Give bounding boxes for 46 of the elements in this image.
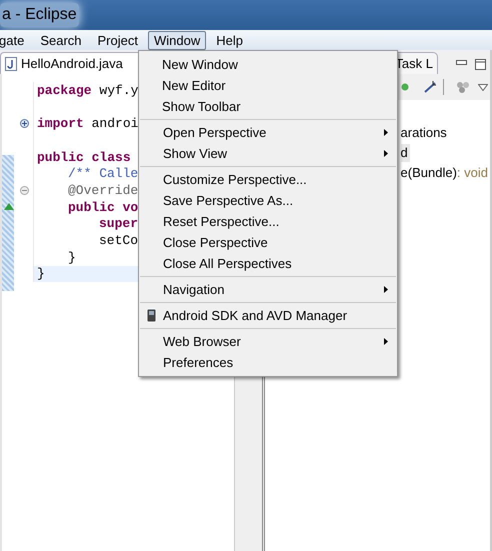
menu-entry[interactable]: Web Browser — [140, 331, 396, 352]
outline-item[interactable]: d — [400, 144, 410, 162]
phone-icon — [147, 309, 156, 322]
link-icon[interactable] — [422, 80, 437, 94]
outline-item[interactable]: e(Bundle): void — [400, 164, 490, 182]
menu-item[interactable]: Project — [92, 30, 144, 50]
submenu-arrow-icon — [384, 150, 388, 157]
code-line: /** Calle — [68, 167, 138, 180]
code-line: @Override — [68, 184, 138, 197]
window-title: a - Eclipse — [0, 3, 79, 27]
code-line: public vo — [68, 200, 138, 214]
submenu-arrow-icon — [384, 286, 388, 293]
code-line: setCo — [99, 234, 138, 248]
maximize-icon[interactable] — [475, 59, 486, 70]
submenu-arrow-icon — [384, 129, 388, 136]
dots-icon[interactable] — [456, 80, 470, 94]
outline-item[interactable]: arations — [400, 124, 449, 142]
menu-entry[interactable]: Show Toolbar — [139, 96, 397, 117]
menu-entry[interactable]: Reset Perspective... — [140, 211, 396, 232]
java-file-icon — [5, 56, 17, 70]
menu-entry[interactable]: Open Perspective — [140, 122, 396, 143]
code-line: public class — [37, 150, 131, 164]
expand-icon[interactable] — [20, 119, 29, 128]
menu-entry[interactable]: Close Perspective — [140, 232, 396, 253]
menu-entry[interactable]: Navigation — [140, 279, 396, 300]
menu-entry[interactable]: Close All Perspectives — [140, 253, 396, 274]
collapse-icon[interactable] — [20, 186, 29, 195]
menu-item[interactable]: Window — [148, 30, 206, 50]
code-line: } — [37, 267, 45, 280]
menu-item[interactable]: Help — [210, 30, 249, 50]
code-line: } — [68, 250, 76, 264]
menu-entry[interactable]: Show View — [140, 143, 396, 164]
menu-entry[interactable]: Customize Perspective... — [140, 169, 396, 190]
circle-icon[interactable] — [400, 83, 409, 91]
submenu-arrow-icon — [384, 338, 388, 345]
code-line: import androi — [37, 117, 138, 130]
menu-entry[interactable]: New Editor — [139, 75, 397, 96]
menu-entry[interactable]: Preferences — [140, 352, 396, 373]
minimize-icon[interactable] — [456, 60, 467, 66]
tab-label: HelloAndroid.java — [21, 54, 123, 73]
dropdown-icon[interactable] — [478, 84, 488, 90]
code-line: package wyf.y — [37, 84, 138, 97]
menu-item[interactable]: Search — [34, 30, 88, 50]
menu-entry[interactable]: Android SDK and AVD Manager — [140, 305, 396, 326]
code-line: super — [99, 217, 138, 230]
menu-entry[interactable]: Save Perspective As... — [140, 190, 396, 211]
